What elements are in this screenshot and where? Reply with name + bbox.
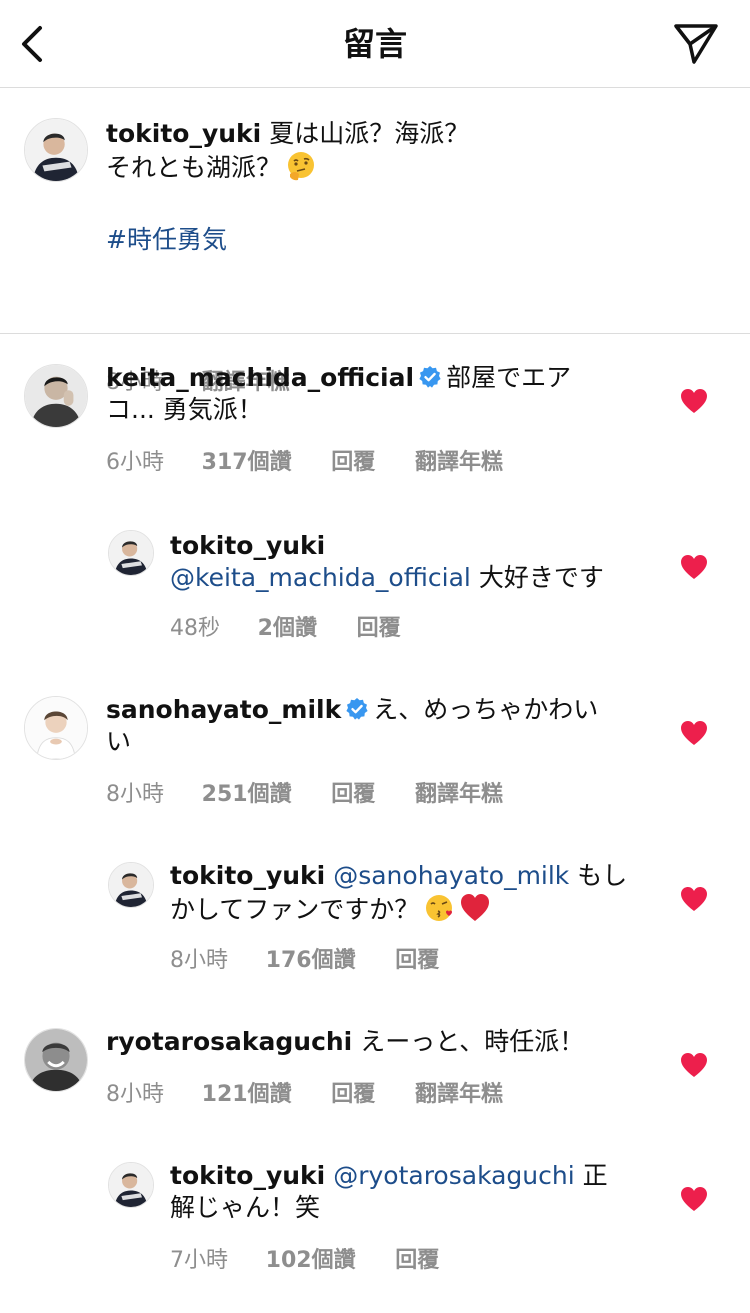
reply-text-start: 正 [582, 1161, 608, 1190]
like-heart-icon[interactable] [680, 720, 708, 746]
reply-meta: 7小時 102個讚 回覆 [170, 1242, 471, 1274]
kissing-face-emoji-icon [423, 892, 455, 924]
comment-username[interactable]: keita_machida_official [106, 363, 414, 392]
avatar[interactable] [24, 118, 88, 182]
comment-meta: 6小時 317個讚 回覆 翻譯年糕 [106, 444, 535, 476]
paper-plane-icon[interactable] [672, 22, 720, 66]
like-heart-icon[interactable] [680, 1186, 708, 1212]
reply-username[interactable]: tokito_yuki [170, 1161, 325, 1190]
verified-badge-icon [418, 365, 442, 389]
reply-button[interactable]: 回覆 [331, 450, 375, 475]
comment-meta: 8小時 121個讚 回覆 翻譯年糕 [106, 1076, 535, 1108]
reply-meta: 48秒 2個讚 回覆 [170, 610, 433, 642]
reply-button[interactable]: 回覆 [357, 616, 401, 641]
avatar-image [25, 697, 87, 759]
like-heart-icon[interactable] [680, 554, 708, 580]
reply-text: かしてファンですか？ [170, 895, 420, 924]
reply-button[interactable]: 回覆 [395, 1248, 439, 1273]
red-heart-emoji-icon [459, 892, 491, 924]
likes-count[interactable]: 102個讚 [266, 1248, 356, 1273]
caption-username[interactable]: tokito_yuki [106, 119, 261, 148]
top-bar: 留言 [0, 0, 750, 88]
avatar-image [109, 531, 153, 575]
comment-text: えーっと、時任派！ [360, 1027, 585, 1056]
comment-body: sanohayato_milk え、めっちゃかわい い [106, 694, 636, 758]
avatar-image [25, 365, 87, 427]
comment-time: 8小時 [106, 1082, 164, 1107]
translate-button[interactable]: 翻譯年糕 [415, 1082, 503, 1107]
page-title: 留言 [342, 25, 407, 63]
comment-time: 8小時 [106, 782, 164, 807]
reply-body: tokito_yuki @ryotarosakaguchi 正 解じゃん！笑 [170, 1160, 650, 1224]
comment-username[interactable]: ryotarosakaguchi [106, 1027, 352, 1056]
reply-body: tokito_yuki @keita_machida_official 大好きで… [170, 530, 650, 594]
avatar-image [25, 119, 87, 181]
reply-time: 8小時 [170, 948, 228, 973]
comment-body: keita_machida_official 部屋でエア コ... 勇気派！ [106, 362, 606, 426]
likes-count[interactable]: 176個讚 [266, 948, 356, 973]
avatar-image [25, 1029, 87, 1091]
post-caption: tokito_yuki 夏は山派？海派？ それとも湖派？ #時任勇気 8小時 翻… [0, 88, 750, 395]
avatar[interactable] [108, 1162, 154, 1208]
reply-text: 解じゃん！笑 [170, 1193, 321, 1222]
avatar-image [109, 863, 153, 907]
likes-count[interactable]: 2個讚 [258, 616, 317, 641]
avatar-image [109, 1163, 153, 1207]
thinking-face-emoji-icon [285, 150, 317, 182]
comment-time: 6小時 [106, 450, 164, 475]
reply-button[interactable]: 回覆 [395, 948, 439, 973]
mention-link[interactable]: @ryotarosakaguchi [333, 1161, 574, 1190]
like-heart-icon[interactable] [680, 388, 708, 414]
reply-username[interactable]: tokito_yuki [170, 861, 325, 890]
translate-button[interactable]: 翻譯年糕 [415, 782, 503, 807]
mention-link[interactable]: @sanohayato_milk [333, 861, 569, 890]
reply-button[interactable]: 回覆 [331, 782, 375, 807]
caption-body: tokito_yuki 夏は山派？海派？ それとも湖派？ #時任勇気 [106, 118, 626, 256]
comment-body: ryotarosakaguchi えーっと、時任派！ [106, 1026, 646, 1058]
likes-count[interactable]: 317個讚 [202, 450, 292, 475]
reply-text: 大好きです [478, 563, 604, 592]
translate-button[interactable]: 翻譯年糕 [415, 450, 503, 475]
reply-time: 7小時 [170, 1248, 228, 1273]
likes-count[interactable]: 251個讚 [202, 782, 292, 807]
caption-text-line1: 夏は山派？海派？ [269, 119, 470, 148]
likes-count[interactable]: 121個讚 [202, 1082, 292, 1107]
mention-link[interactable]: @keita_machida_official [170, 563, 471, 592]
reply-body: tokito_yuki @sanohayato_milk もし かしてファンです… [170, 860, 650, 926]
like-heart-icon[interactable] [680, 886, 708, 912]
avatar[interactable] [24, 696, 88, 760]
caption-text-line2: それとも湖派？ [106, 153, 282, 182]
verified-badge-icon [345, 697, 369, 721]
comment-username[interactable]: sanohayato_milk [106, 695, 341, 724]
avatar[interactable] [24, 1028, 88, 1092]
reply-text-start: もし [577, 861, 628, 890]
reply-time: 48秒 [170, 616, 220, 641]
like-heart-icon[interactable] [680, 1052, 708, 1078]
avatar[interactable] [108, 530, 154, 576]
reply-username[interactable]: tokito_yuki [170, 531, 325, 560]
avatar[interactable] [108, 862, 154, 908]
avatar[interactable] [24, 364, 88, 428]
hashtag-link[interactable]: #時任勇気 [106, 225, 227, 254]
reply-button[interactable]: 回覆 [331, 1082, 375, 1107]
comment-meta: 8小時 251個讚 回覆 翻譯年糕 [106, 776, 535, 808]
reply-meta: 8小時 176個讚 回覆 [170, 942, 471, 974]
